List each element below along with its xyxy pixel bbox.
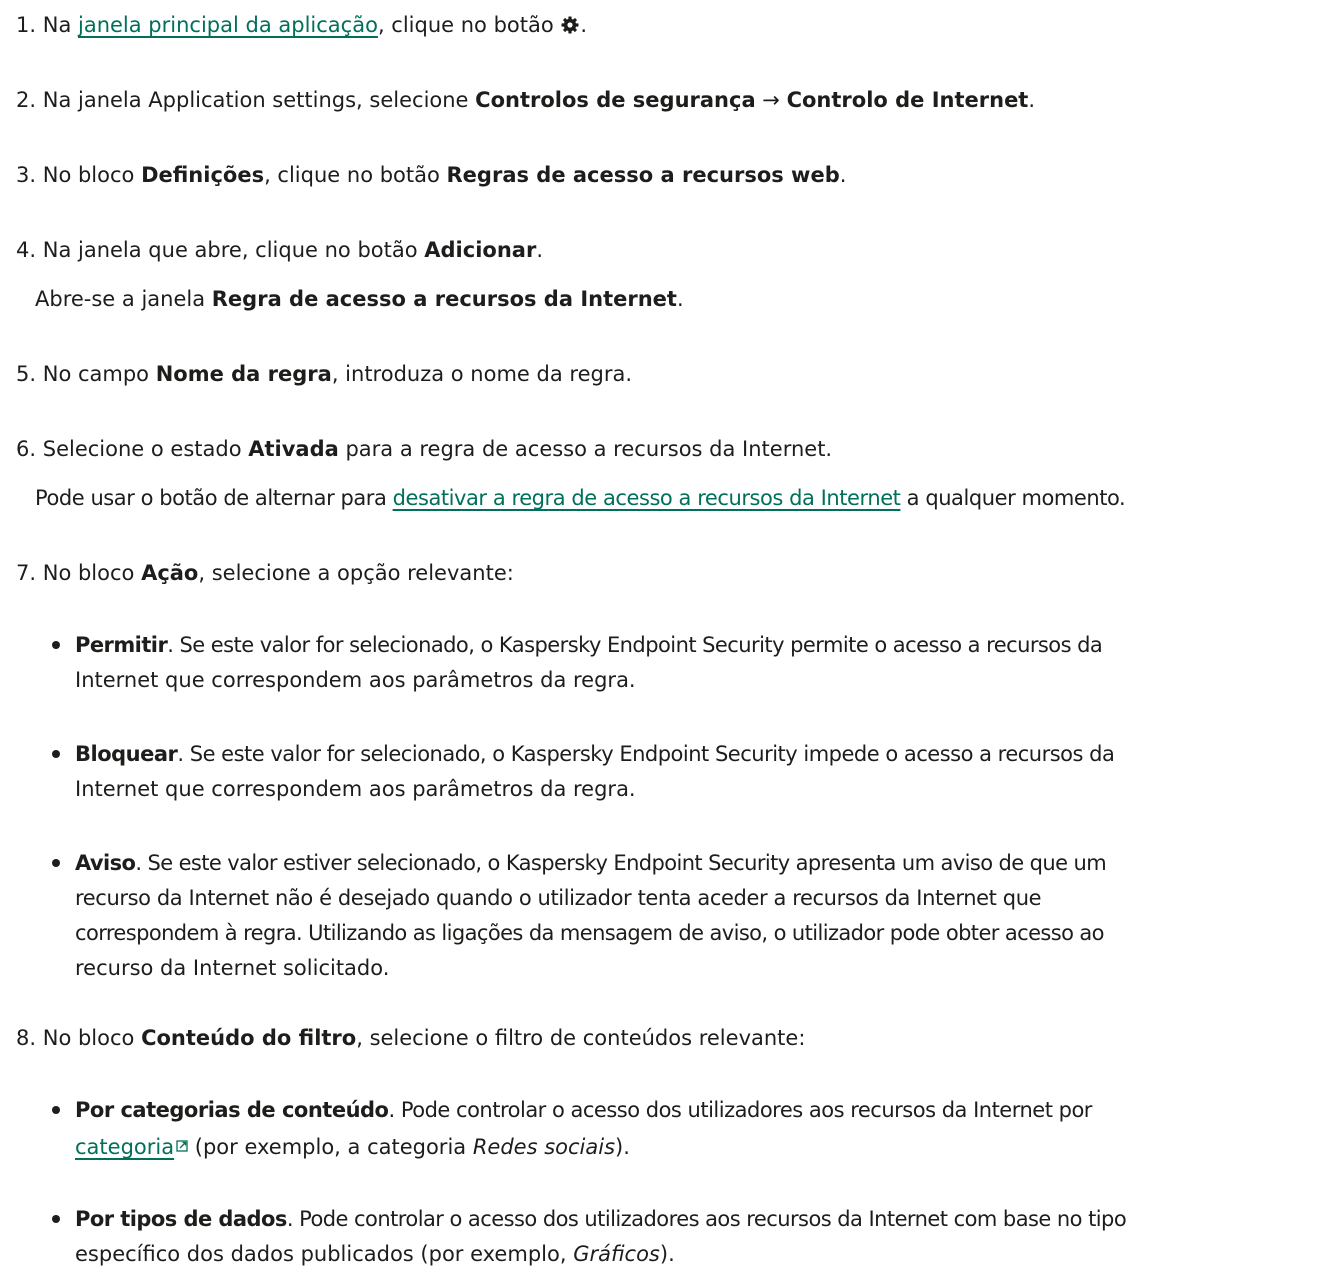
step-number: 2. <box>16 88 37 112</box>
bullet-icon <box>52 859 60 867</box>
step-number: 6. <box>16 437 37 461</box>
main-window-link[interactable]: janela principal da aplicação <box>78 13 378 37</box>
external-link-icon <box>176 1129 188 1152</box>
step-6-note: Pode usar o botão de alternar para desat… <box>35 486 1126 510</box>
disable-rule-link[interactable]: desativar a regra de acesso a recursos d… <box>393 486 901 510</box>
step-8: 8. No bloco Conteúdo do filtro, selecion… <box>16 1026 806 1050</box>
step-number: 7. <box>16 561 37 585</box>
step-number: 3. <box>16 163 37 187</box>
step-number: 1. <box>16 13 37 37</box>
step-number: 5. <box>16 362 37 386</box>
arrow-icon: → <box>755 88 787 112</box>
bullet-icon <box>52 641 60 649</box>
step-4-note: Abre-se a janela Regra de acesso a recur… <box>35 287 684 311</box>
step-3: 3. No bloco Definições, clique no botão … <box>16 163 847 187</box>
category-link[interactable]: categoria <box>75 1135 174 1159</box>
gear-icon <box>560 12 580 34</box>
step-5: 5. No campo Nome da regra, introduza o n… <box>16 362 632 386</box>
document: 1. Na janela principal da aplicação, cli… <box>0 0 1343 1276</box>
step-2: 2. Na janela Application settings, selec… <box>16 88 1036 112</box>
step-6: 6. Selecione o estado Ativada para a reg… <box>16 437 833 461</box>
step-1: 1. Na janela principal da aplicação, cli… <box>16 12 588 37</box>
step-4: 4. Na janela que abre, clique no botão A… <box>16 238 543 262</box>
bullet-icon <box>52 750 60 758</box>
bullet-icon <box>52 1215 60 1223</box>
step-number: 4. <box>16 238 37 262</box>
step-7: 7. No bloco Ação, selecione a opção rele… <box>16 561 514 585</box>
bullet-icon <box>52 1106 60 1114</box>
step-number: 8. <box>16 1026 37 1050</box>
